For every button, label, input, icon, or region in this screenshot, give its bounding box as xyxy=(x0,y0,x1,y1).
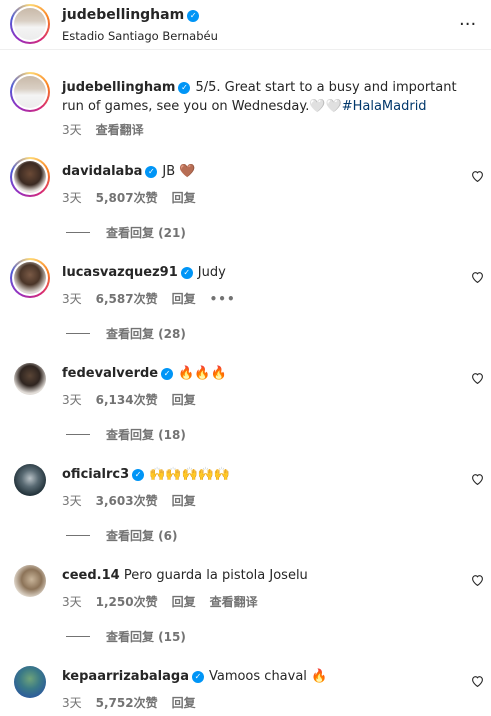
comment-avatar[interactable] xyxy=(10,258,50,298)
comment-avatar[interactable] xyxy=(14,464,46,496)
comment-text: 🔥🔥🔥 xyxy=(178,366,227,381)
replies-divider xyxy=(66,333,90,334)
comment-time: 3天 xyxy=(62,696,82,710)
view-replies-button[interactable]: 查看回复 (28) xyxy=(66,325,186,342)
comment-avatar[interactable] xyxy=(10,157,50,197)
comment-avatar[interactable] xyxy=(14,363,46,395)
comment-time: 3天 xyxy=(62,494,82,508)
caption-avatar[interactable] xyxy=(10,72,50,112)
location-link[interactable]: Estadio Santiago Bernabéu xyxy=(62,29,218,43)
verified-icon: ✓ xyxy=(161,368,174,380)
comment-avatar[interactable] xyxy=(14,666,46,698)
comment-more-icon[interactable]: ••• xyxy=(210,292,236,306)
reply-button[interactable]: 回复 xyxy=(172,191,196,205)
comment-likes[interactable]: 6,587次赞 xyxy=(96,292,158,306)
reply-button[interactable]: 回复 xyxy=(172,595,196,609)
caption-time: 3天 xyxy=(62,123,82,137)
like-heart-icon[interactable] xyxy=(471,372,484,384)
hashtag-link[interactable]: #HalaMadrid xyxy=(342,99,427,114)
caption-username[interactable]: judebellingham xyxy=(62,80,175,95)
reply-button[interactable]: 回复 xyxy=(172,393,196,407)
comment-text: Pero guarda la pistola Joselu xyxy=(123,568,308,583)
like-heart-icon[interactable] xyxy=(471,574,484,586)
comment-username[interactable]: oficialrc3 xyxy=(62,467,129,482)
comment-body: kepaarrizabalaga ✓ Vamoos chaval 🔥 xyxy=(62,669,327,684)
verified-icon: ✓ xyxy=(191,671,204,683)
see-translation-button[interactable]: 查看翻译 xyxy=(96,123,144,137)
more-options-icon[interactable]: ··· xyxy=(459,14,476,35)
view-replies-label: 查看回复 (6) xyxy=(106,529,178,543)
comment-username[interactable]: ceed.14 xyxy=(62,568,120,583)
comment-body: oficialrc3 ✓ 🙌🙌🙌🙌🙌 xyxy=(62,467,230,482)
view-replies-button[interactable]: 查看回复 (15) xyxy=(66,628,186,645)
view-replies-button[interactable]: 查看回复 (21) xyxy=(66,224,186,241)
comment-username[interactable]: fedevalverde xyxy=(62,366,158,381)
comment-text: 🙌🙌🙌🙌🙌 xyxy=(149,467,231,482)
see-translation-button[interactable]: 查看翻译 xyxy=(210,595,258,609)
header-username[interactable]: judebellingham ✓ xyxy=(62,7,204,23)
post-header: judebellingham ✓ Estadio Santiago Bernabé… xyxy=(0,0,491,50)
comment-username[interactable]: kepaarrizabalaga xyxy=(62,669,189,684)
comment-text: Vamoos chaval 🔥 xyxy=(208,669,328,684)
comment-likes[interactable]: 5,807次赞 xyxy=(96,191,158,205)
comment-body: fedevalverde ✓ 🔥🔥🔥 xyxy=(62,366,227,381)
comment-body: ceed.14 Pero guarda la pistola Joselu xyxy=(62,568,308,583)
view-replies-button[interactable]: 查看回复 (18) xyxy=(66,426,186,443)
comment-meta: 3天 6,587次赞 回复 ••• xyxy=(62,290,250,307)
comment-avatar[interactable] xyxy=(14,565,46,597)
reply-button[interactable]: 回复 xyxy=(172,494,196,508)
verified-icon: ✓ xyxy=(180,267,193,279)
view-replies-label: 查看回复 (18) xyxy=(106,428,186,442)
verified-icon: ✓ xyxy=(145,166,158,178)
replies-divider xyxy=(66,232,90,233)
comment-meta: 3天 5,807次赞 回复 xyxy=(62,189,210,206)
comment-meta: 3天 3,603次赞 回复 xyxy=(62,492,210,509)
comment-meta: 3天 1,250次赞 回复 查看翻译 xyxy=(62,593,272,610)
comment-body: lucasvazquez91 ✓ Judy xyxy=(62,265,226,280)
caption-meta: 3天 查看翻译 xyxy=(62,121,158,138)
comment-username[interactable]: lucasvazquez91 xyxy=(62,265,178,280)
like-heart-icon[interactable] xyxy=(471,473,484,485)
comment-likes[interactable]: 3,603次赞 xyxy=(96,494,158,508)
comment-text: JB 🤎 xyxy=(162,164,196,179)
replies-divider xyxy=(66,535,90,536)
comment-likes[interactable]: 6,134次赞 xyxy=(96,393,158,407)
profile-avatar[interactable] xyxy=(10,4,50,44)
view-replies-label: 查看回复 (15) xyxy=(106,630,186,644)
reply-button[interactable]: 回复 xyxy=(172,696,196,710)
reply-button[interactable]: 回复 xyxy=(172,292,196,306)
like-heart-icon[interactable] xyxy=(471,675,484,687)
comment-time: 3天 xyxy=(62,393,82,407)
replies-divider xyxy=(66,434,90,435)
like-heart-icon[interactable] xyxy=(471,170,484,182)
comment-time: 3天 xyxy=(62,595,82,609)
comment-username[interactable]: davidalaba xyxy=(62,164,142,179)
view-replies-label: 查看回复 (21) xyxy=(106,226,186,240)
verified-icon: ✓ xyxy=(187,10,200,22)
view-replies-button[interactable]: 查看回复 (6) xyxy=(66,527,178,544)
comment-time: 3天 xyxy=(62,292,82,306)
view-replies-label: 查看回复 (28) xyxy=(106,327,186,341)
comment-text: Judy xyxy=(197,265,226,280)
comment-time: 3天 xyxy=(62,191,82,205)
replies-divider xyxy=(66,636,90,637)
verified-icon: ✓ xyxy=(178,82,191,94)
verified-icon: ✓ xyxy=(132,469,145,481)
comment-likes[interactable]: 1,250次赞 xyxy=(96,595,158,609)
comment-likes[interactable]: 5,752次赞 xyxy=(96,696,158,710)
comment-meta: 3天 6,134次赞 回复 xyxy=(62,391,210,408)
comment-body: davidalaba ✓ JB 🤎 xyxy=(62,164,195,179)
post-caption: judebellingham ✓ 5/5. Great start to a bus… xyxy=(62,78,462,116)
like-heart-icon[interactable] xyxy=(471,271,484,283)
comment-meta: 3天 5,752次赞 回复 xyxy=(62,694,210,711)
